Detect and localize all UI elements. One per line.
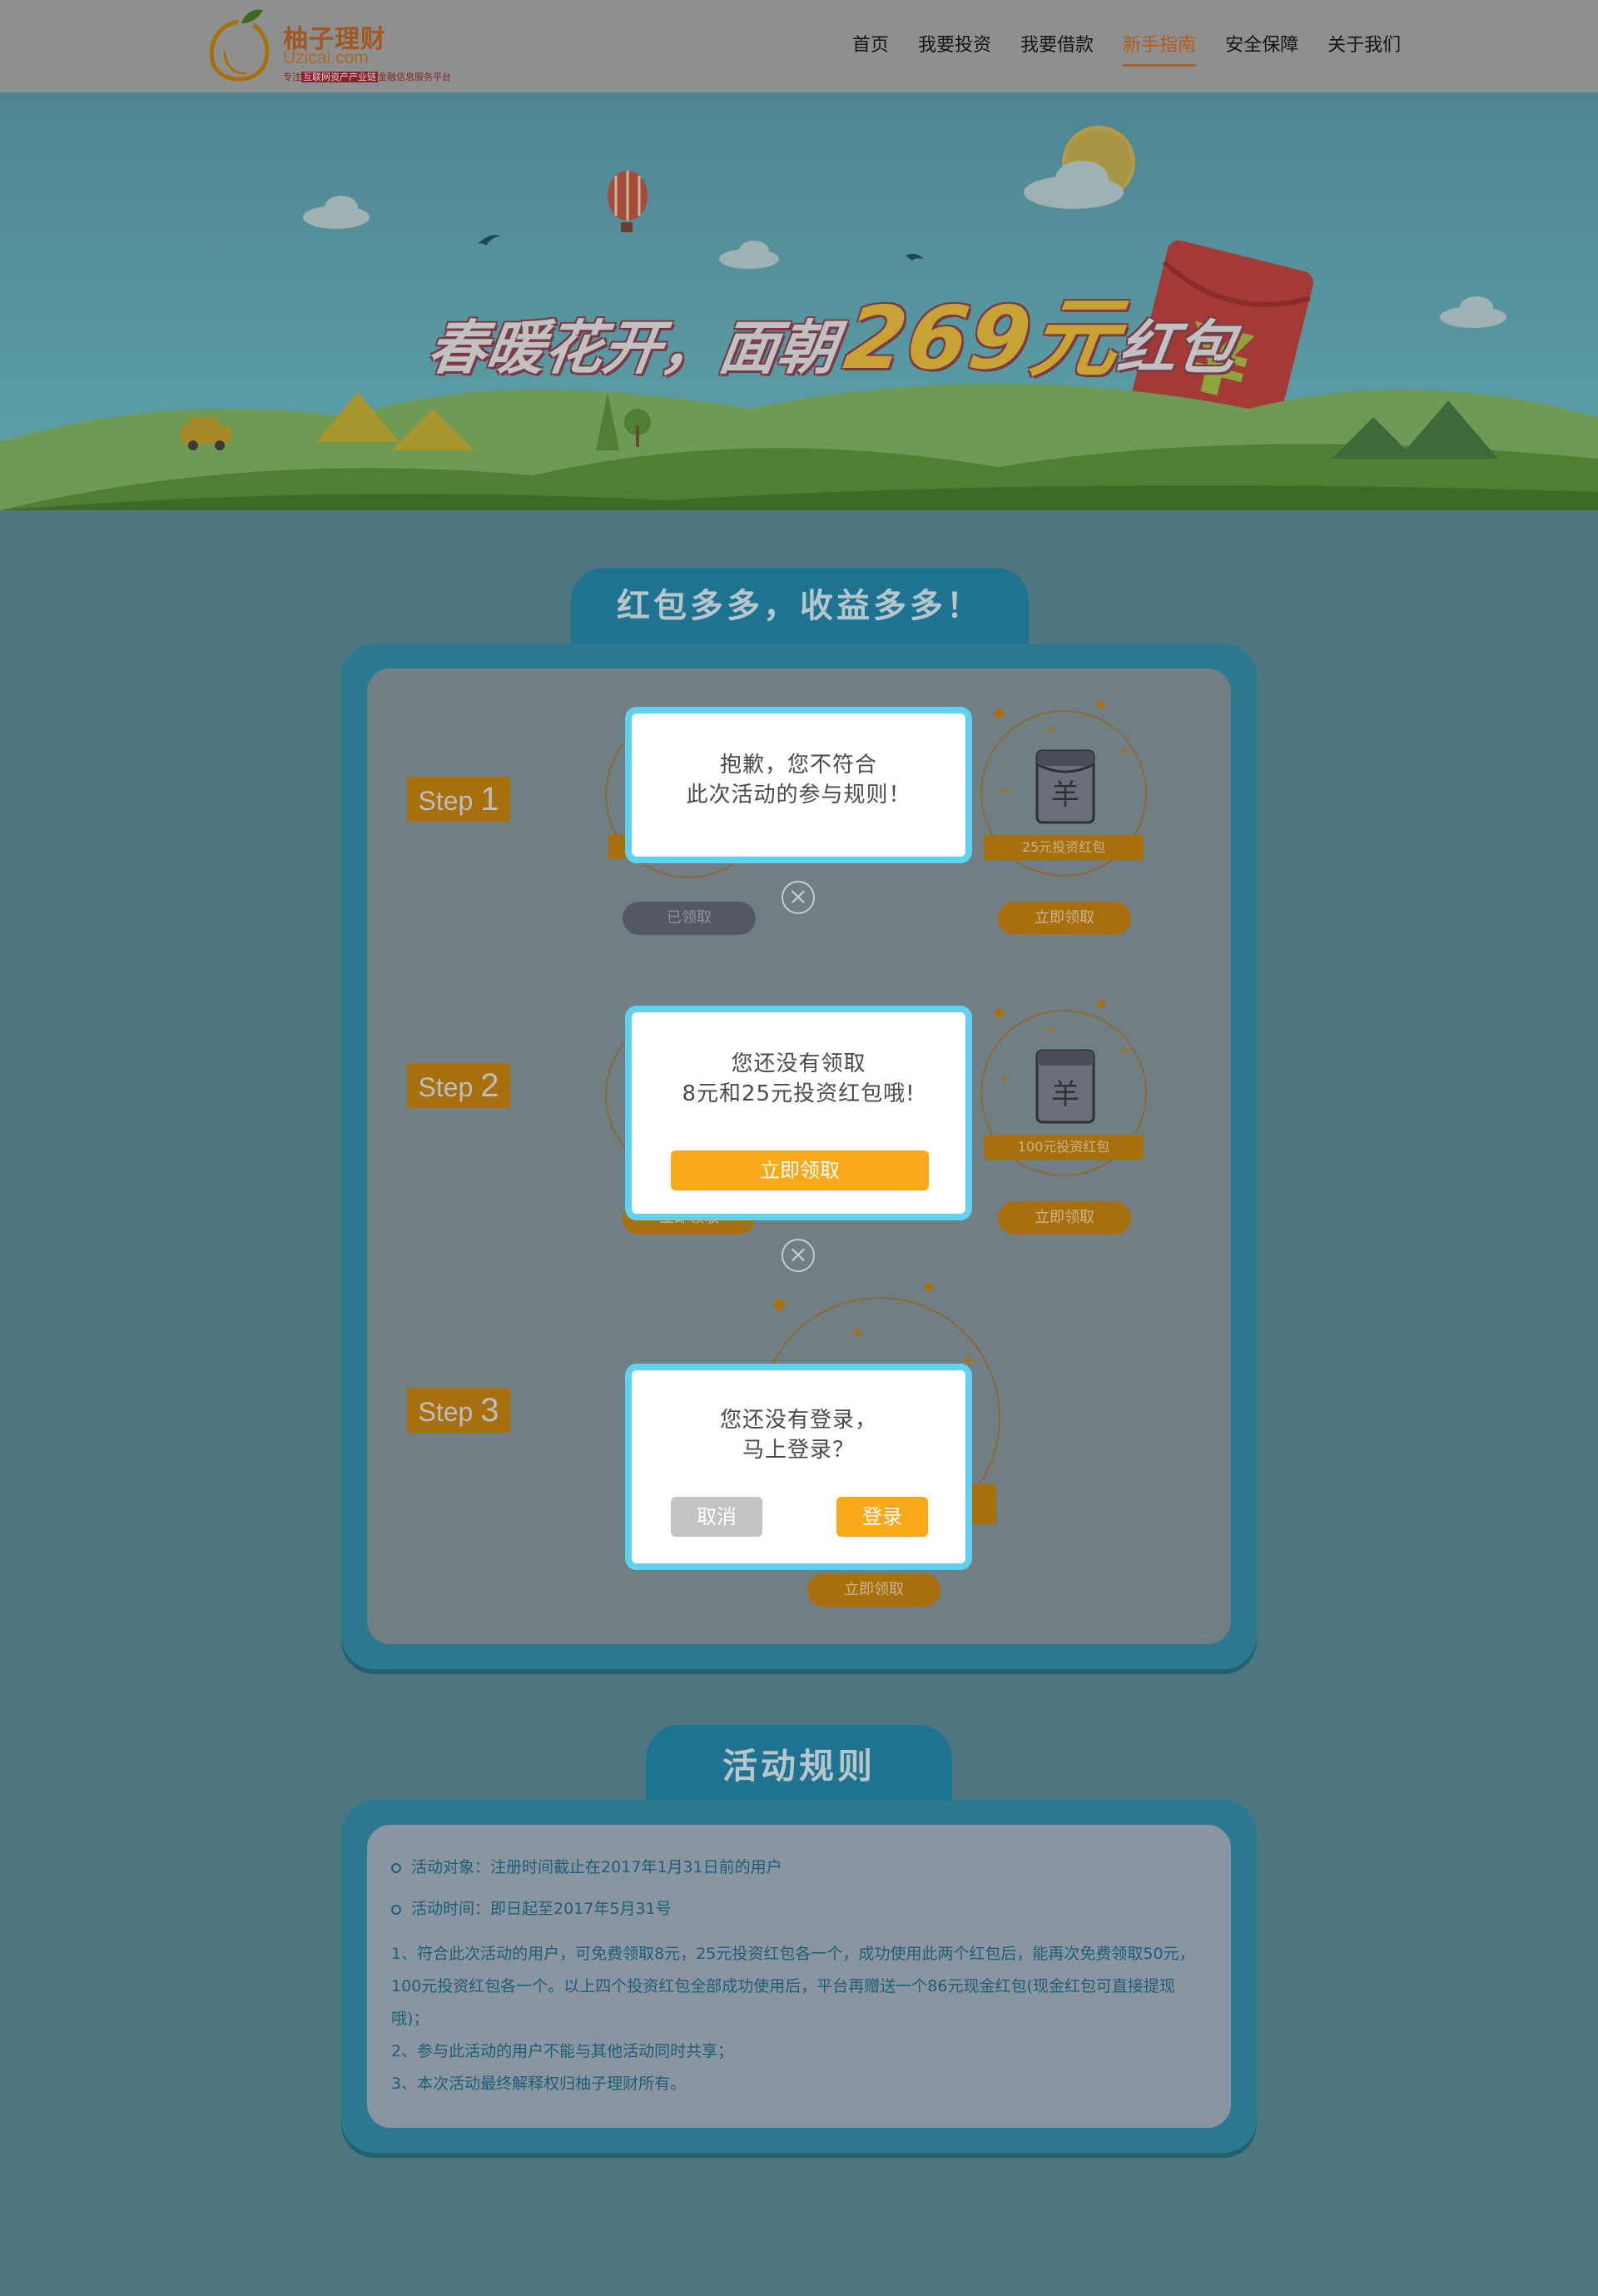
step-1-number: 1	[480, 781, 499, 818]
sparkle-icon: ●	[1097, 997, 1106, 1009]
sparkle-icon: +	[1045, 721, 1059, 738]
banner-title-suffix: 红包	[1114, 314, 1240, 382]
nav-borrow[interactable]: 我要借款	[1020, 30, 1094, 57]
banner-title: 春暖花开，面朝 269元 红包	[424, 267, 1247, 389]
sparkle-icon: +	[1045, 1021, 1059, 1038]
rule-bullet-2: 活动时间：即日起至2017年5月31号	[391, 1896, 672, 1919]
step-3-word: Step	[418, 1397, 474, 1427]
svg-text:羊: 羊	[1051, 778, 1079, 812]
tagline-prefix: 专注	[283, 72, 301, 82]
banner-title-amount: 269元	[838, 287, 1128, 389]
top-header: 柚子理财 Uzicai.com 专注 互联网资产产业链 金融信息服务平台 首页 我要…	[0, 0, 1598, 92]
svg-text:羊: 羊	[1051, 1078, 1079, 1111]
rule-item-2: 2、参与此活动的用户不能与其他活动同时共享；	[391, 2042, 734, 2060]
sparkle-icon: ◆	[994, 1004, 1005, 1021]
dialog-3-line-1: 您还没有登录，	[719, 1408, 877, 1433]
dialog-2-claim-button[interactable]: 立即领取	[671, 1150, 929, 1190]
step-3-tag: Step 3	[407, 1388, 510, 1433]
dialog-3-line-2: 马上登录？	[742, 1438, 855, 1463]
dialog-not-claimed: 您还没有领取 8元和25元投资红包哦! 立即领取	[625, 1006, 972, 1220]
step-3-claim-button[interactable]: 立即领取	[807, 1573, 940, 1607]
step-1-right-label: 25元投资红包	[984, 835, 1144, 860]
nav-security[interactable]: 安全保障	[1225, 30, 1298, 57]
step-1-claim-button[interactable]: 立即领取	[998, 902, 1131, 935]
rule-bullet-1: 活动对象：注册时间截止在2017年1月31日前的用户	[391, 1855, 782, 1877]
step-2-tag: Step 2	[407, 1063, 510, 1108]
hero-banner: ¥ 春暖花开，面朝 269元 红包	[0, 92, 1598, 510]
sparkle-icon: ◆	[772, 1294, 787, 1314]
sparkle-icon: ●	[1097, 698, 1106, 709]
nav-home[interactable]: 首页	[852, 30, 889, 57]
dialog-3-cancel-button[interactable]: 取消	[671, 1497, 762, 1537]
section-heading-rules: 活动规则	[646, 1725, 952, 1802]
sparkle-icon: +	[849, 1320, 866, 1344]
sparkle-icon: ●	[924, 1280, 935, 1294]
step-1-claimed-button[interactable]: 已领取	[623, 902, 756, 935]
dialog-1-line-2: 此次活动的参与规则！	[686, 783, 911, 808]
rules-list: 1、符合此次活动的用户，可免费领取8元，25元投资红包各一个，成功使用此两个红包…	[391, 1938, 1207, 2100]
main-nav: 首页 我要投资 我要借款 新手指南 安全保障 关于我们	[852, 30, 1430, 67]
yuan-envelope-icon: 羊	[1035, 1049, 1095, 1124]
rule-item-3: 3、本次活动最终解释权归柚子理财所有。	[391, 2075, 687, 2093]
nav-about[interactable]: 关于我们	[1328, 30, 1401, 57]
rule-item-1: 1、符合此次活动的用户，可免费领取8元，25元投资红包各一个，成功使用此两个红包…	[391, 1945, 1195, 2028]
step-3-number: 3	[480, 1392, 499, 1429]
bullet-icon	[391, 1904, 401, 1915]
tagline-highlight: 互联网资产产业链	[301, 72, 378, 82]
logo-icon	[209, 9, 270, 82]
sparkle-icon: ◆	[994, 704, 1005, 722]
step-1-tag: Step 1	[407, 777, 510, 822]
sparkle-icon: +	[1119, 743, 1132, 760]
dialog-2-line-1: 您还没有领取	[731, 1051, 866, 1076]
site-logo[interactable]: 柚子理财 Uzicai.com 专注 互联网资产产业链 金融信息服务平台	[205, 5, 479, 85]
dialog-1-line-1: 抱歉，您不符合	[719, 753, 877, 778]
sparkle-icon: +	[999, 1070, 1012, 1087]
bullet-icon	[391, 1862, 401, 1873]
dialog-3-login-button[interactable]: 登录	[836, 1497, 928, 1537]
nav-invest[interactable]: 我要投资	[918, 30, 991, 57]
close-icon[interactable]: ×	[782, 1239, 815, 1272]
dialog-not-eligible: 抱歉，您不符合 此次活动的参与规则！	[625, 707, 972, 863]
section-heading-bonus: 红包多多，收益多多！	[571, 568, 1029, 644]
yuan-envelope-icon: 羊	[1035, 749, 1095, 824]
step-1-word: Step	[418, 786, 474, 816]
logo-domain: Uzicai.com	[283, 48, 369, 67]
logo-tagline: 专注 互联网资产产业链 金融信息服务平台	[283, 70, 451, 83]
sparkle-icon: +	[1119, 1042, 1132, 1060]
dialog-login-required: 您还没有登录， 马上登录？ 取消 登录	[625, 1364, 972, 1570]
nav-beginner-guide[interactable]: 新手指南	[1123, 30, 1197, 67]
step-2-claim-button[interactable]: 立即领取	[998, 1201, 1131, 1235]
rule-bullet-2-text: 活动时间：即日起至2017年5月31号	[411, 1900, 672, 1918]
step-2-word: Step	[418, 1072, 474, 1102]
dialog-2-line-2: 8元和25元投资红包哦!	[682, 1081, 916, 1106]
step-2-number: 2	[480, 1067, 499, 1104]
rule-bullet-1-text: 活动对象：注册时间截止在2017年1月31日前的用户	[411, 1858, 782, 1876]
tagline-suffix: 金融信息服务平台	[378, 72, 451, 82]
step-2-right-label: 100元投资红包	[984, 1135, 1144, 1160]
sparkle-icon: +	[999, 783, 1012, 800]
banner-title-prefix: 春暖花开，面朝	[424, 314, 841, 382]
close-icon[interactable]: ×	[782, 881, 815, 914]
